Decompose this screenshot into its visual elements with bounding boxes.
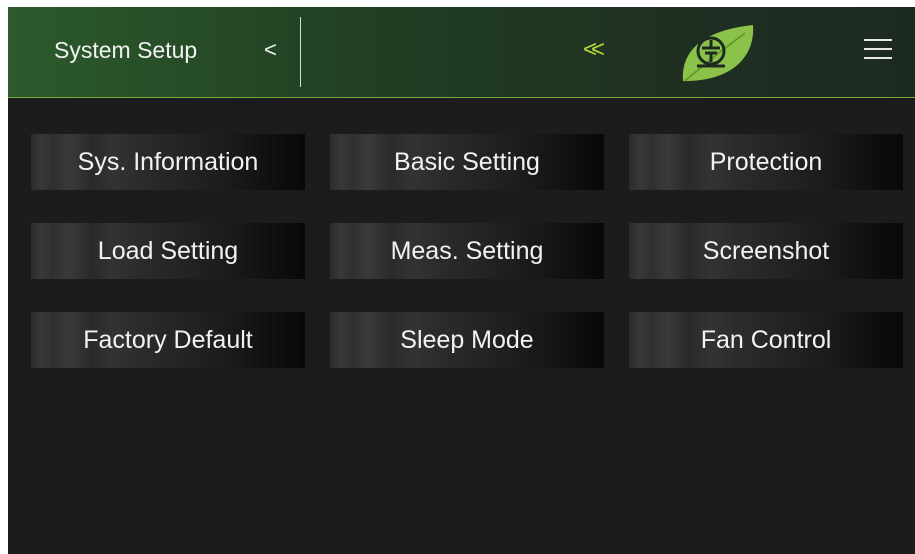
page-title: System Setup — [54, 37, 198, 63]
leaf-logo-icon — [682, 25, 754, 82]
double-chevron-left-icon[interactable]: << — [583, 35, 605, 65]
system-setup-screen: System Setup < << Sys. Information Basic… — [8, 7, 915, 554]
fan-control-button[interactable]: Fan Control — [629, 312, 903, 368]
header-bar: System Setup < << — [8, 7, 915, 98]
basic-setting-button[interactable]: Basic Setting — [330, 134, 604, 190]
meas-setting-button[interactable]: Meas. Setting — [330, 223, 604, 279]
hamburger-menu-icon[interactable] — [864, 37, 892, 61]
sys-information-button[interactable]: Sys. Information — [31, 134, 305, 190]
header-divider — [300, 17, 301, 87]
back-chevron-icon[interactable]: < — [264, 33, 277, 67]
load-setting-button[interactable]: Load Setting — [31, 223, 305, 279]
screenshot-button[interactable]: Screenshot — [629, 223, 903, 279]
protection-button[interactable]: Protection — [629, 134, 903, 190]
sleep-mode-button[interactable]: Sleep Mode — [330, 312, 604, 368]
factory-default-button[interactable]: Factory Default — [31, 312, 305, 368]
